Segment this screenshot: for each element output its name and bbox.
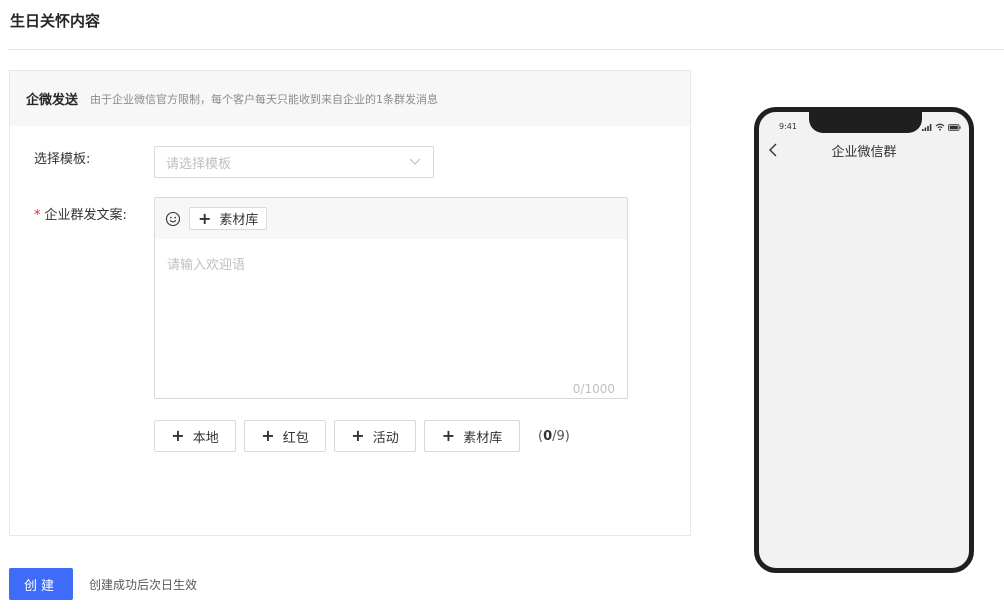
attachment-count-rest: /9) [552,428,570,444]
required-star: * [34,208,41,223]
content-placeholder: 请输入欢迎语 [167,258,246,273]
plus-icon: + [171,426,185,445]
attach-material-label: 素材库 [463,430,503,446]
plus-icon: + [351,426,365,445]
status-icons [922,123,961,131]
plus-icon: + [441,426,456,445]
attach-redpacket-label: 红包 [282,430,309,446]
attach-local-label: 本地 [192,430,219,446]
attachment-count: (0/9) [538,429,570,444]
content-editor[interactable]: + 素材库 请输入欢迎语 0/1000 [154,197,628,399]
attach-activity-label: 活动 [372,430,399,446]
attach-redpacket-button[interactable]: + 红包 [244,420,326,452]
panel-header-title: 企微发送 [26,93,79,108]
editor-toolbar: + 素材库 [155,198,627,239]
panel-header-note: 由于企业微信官方限制，每个客户每天只能收到来自企业的1条群发消息 [90,92,439,106]
char-count: 0/1000 [572,382,615,396]
template-select-placeholder: 请选择模板 [166,156,232,172]
panel-header: 企微发送 由于企业微信官方限制，每个客户每天只能收到来自企业的1条群发消息 [10,71,690,126]
signal-icon [922,123,932,131]
phone-preview: 9:41 企业微信群 [754,107,974,573]
wifi-icon [935,123,945,131]
attachment-row: + 本地 + 红包 + 活动 + 素材库 (0/9) [154,420,570,452]
chevron-down-icon [409,158,421,165]
phone-chat-title: 企业微信群 [831,145,897,160]
template-select[interactable]: 请选择模板 [154,146,434,178]
attach-activity-button[interactable]: + 活动 [334,420,416,452]
emoji-icon[interactable] [165,211,181,227]
page-title: 生日关怀内容 [10,12,101,30]
phone-notch [809,112,922,133]
wecom-send-panel: 企微发送 由于企业微信官方限制，每个客户每天只能收到来自企业的1条群发消息 选择… [9,70,691,536]
attach-material-button[interactable]: + 素材库 [424,420,520,452]
create-note: 创建成功后次日生效 [89,578,198,592]
title-divider [8,49,1004,50]
content-label: * 企业群发文案: [34,207,127,225]
toolbar-material-label: 素材库 [219,213,259,228]
plus-icon: + [261,426,275,445]
create-button[interactable]: 创建 [9,568,73,600]
attach-local-button[interactable]: + 本地 [154,420,236,452]
attachment-count-current: 0 [543,428,553,444]
content-label-text: 企业群发文案: [44,208,127,223]
battery-icon [948,123,961,131]
status-time: 9:41 [779,122,797,131]
toolbar-material-button[interactable]: + 素材库 [189,207,268,230]
plus-icon: + [198,208,212,228]
template-label: 选择模板: [34,152,91,167]
